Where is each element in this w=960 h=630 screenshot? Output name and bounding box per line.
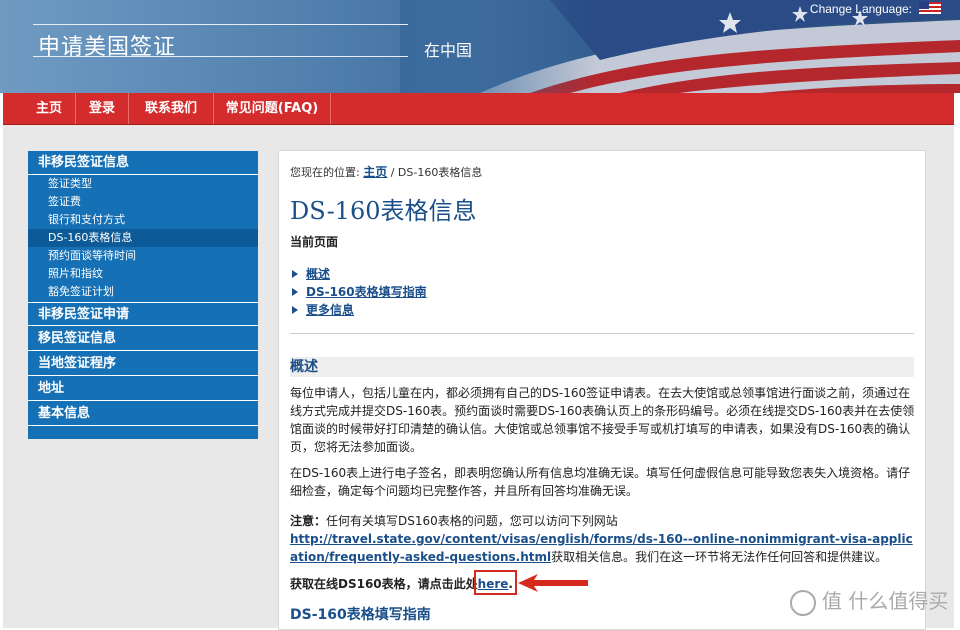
nav-contact[interactable]: 联系我们 (129, 93, 214, 124)
site-subtitle: 在中国 (424, 41, 473, 60)
sidebar-item-visa-types[interactable]: 签证类型 (28, 175, 258, 193)
watermark: 值 什么值得买 (790, 585, 948, 616)
note-text: 任何有关填写DS160表格的问题，您可以访问下列网站 (326, 514, 618, 528)
site-header: 申请美国签证 在中国 Change Language: (0, 0, 960, 93)
toc-link-overview[interactable]: 概述 (306, 267, 330, 281)
triangle-right-icon (292, 306, 298, 314)
nav-login[interactable]: 登录 (76, 93, 129, 124)
breadcrumb-current: / DS-160表格信息 (390, 166, 483, 179)
page-title: DS-160表格信息 (290, 197, 477, 225)
sidebar-item-visa-fees[interactable]: 签证费 (28, 193, 258, 211)
nav-home[interactable]: 主页 (23, 93, 76, 124)
toc-item: DS-160表格填写指南 (292, 283, 427, 300)
current-page-label: 当前页面 (290, 235, 339, 249)
sidebar-item-wait-times[interactable]: 预约面谈等待时间 (28, 247, 258, 265)
sidebar-section-address[interactable]: 地址 (28, 377, 258, 401)
breadcrumb-prefix: 您现在的位置: (290, 166, 360, 179)
red-arrow-annotation (518, 574, 588, 592)
overview-paragraph-1: 每位申请人，包括儿童在内，都必须拥有自己的DS-160签证申请表。在去大使馆或总… (290, 386, 915, 454)
note-label: 注意： (290, 514, 327, 528)
sidebar-section-basic-info[interactable]: 基本信息 (28, 402, 258, 426)
overview-paragraph-2: 在DS-160表上进行电子签名，即表明您确认所有信息均准确无误。填写任何虚假信息… (290, 466, 911, 498)
note-tail: 获取相关信息。我们在这一环节将无法作任何回答和提供建议。 (551, 550, 888, 564)
nav-faq[interactable]: 常见问题(FAQ) (214, 93, 331, 124)
toc-item: 概述 (292, 265, 330, 282)
main-nav: 主页 登录 联系我们 常见问题(FAQ) (3, 93, 954, 125)
sidebar-item-waiver[interactable]: 豁免签证计划 (28, 283, 258, 301)
divider (290, 333, 914, 334)
watermark-logo-icon (790, 589, 816, 616)
section-heading-overview: 概述 (290, 357, 914, 377)
overview-note: 注意：任何有关填写DS160表格的问题，您可以访问下列网站 http://tra… (290, 512, 915, 566)
title-rule-top (33, 24, 408, 25)
change-language-label: Change Language: (809, 2, 912, 16)
sidebar-item-bank-payment[interactable]: 银行和支付方式 (28, 211, 258, 229)
watermark-text: 值 什么值得买 (822, 589, 949, 613)
toc-link-guide[interactable]: DS-160表格填写指南 (306, 285, 427, 299)
breadcrumb-home-link[interactable]: 主页 (363, 165, 387, 179)
sidebar-section-nonimmigrant-apply[interactable]: 非移民签证申请 (28, 302, 258, 326)
us-flag-icon[interactable] (919, 2, 941, 14)
breadcrumb: 您现在的位置: 主页 / DS-160表格信息 (290, 163, 482, 180)
sidebar-item-ds160[interactable]: DS-160表格信息 (28, 229, 258, 247)
triangle-right-icon (292, 288, 298, 296)
title-rule-bottom (33, 56, 408, 57)
triangle-right-icon (292, 270, 298, 278)
sidebar-section-immigrant-info[interactable]: 移民签证信息 (28, 327, 258, 351)
toc-link-more-info[interactable]: 更多信息 (306, 303, 354, 317)
highlight-box (474, 570, 517, 595)
toc-item: 更多信息 (292, 301, 354, 318)
get-ds160-text: 获取在线DS160表格，请点击此处 (290, 577, 478, 591)
sidebar: 非移民签证信息 签证类型 签证费 银行和支付方式 DS-160表格信息 预约面谈… (28, 151, 258, 439)
sidebar-section-local-procedures[interactable]: 当地签证程序 (28, 352, 258, 376)
sidebar-item-photo-fingerprint[interactable]: 照片和指纹 (28, 265, 258, 283)
main-content: 您现在的位置: 主页 / DS-160表格信息 DS-160表格信息 当前页面 … (278, 150, 926, 630)
sidebar-section-nonimmigrant-info[interactable]: 非移民签证信息 (28, 151, 258, 175)
